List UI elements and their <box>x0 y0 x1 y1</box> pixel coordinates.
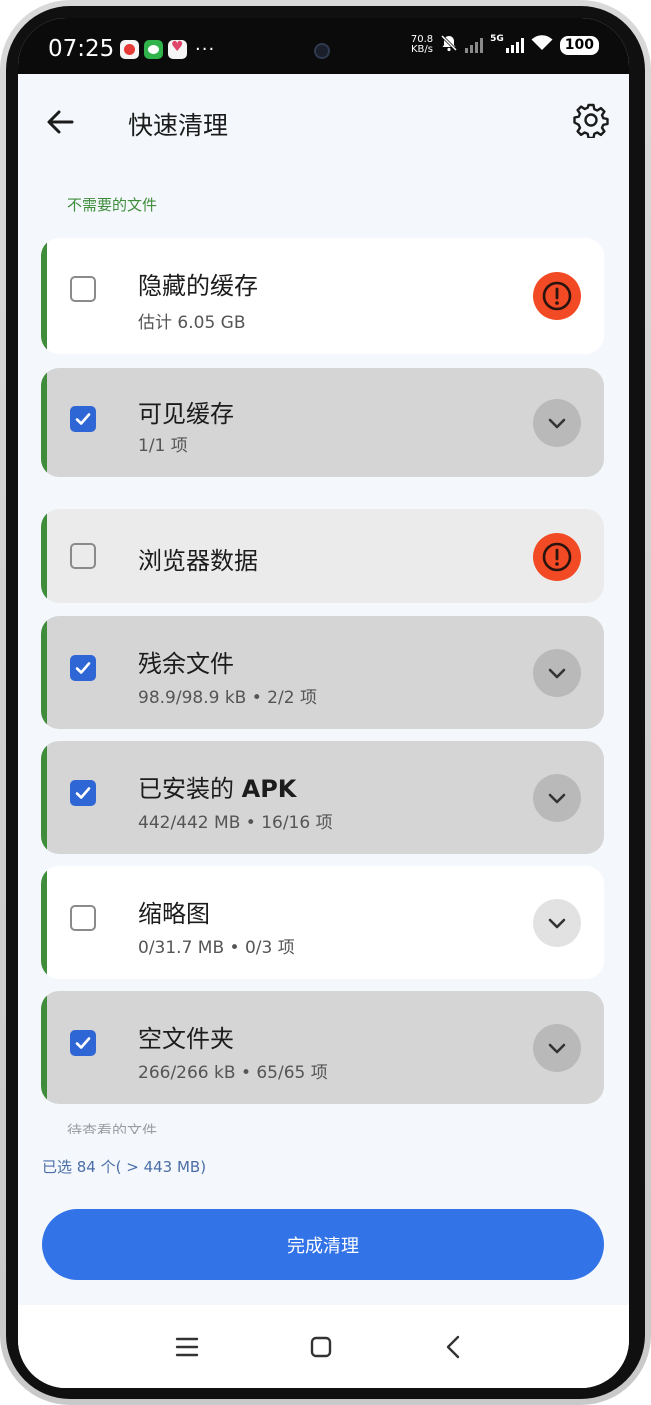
category-hidden-cache[interactable]: 隐藏的缓存 估计 6.05 GB <box>41 238 604 354</box>
finish-cleanup-button[interactable]: 完成清理 <box>42 1209 604 1280</box>
installed-apk-checkbox[interactable] <box>70 780 96 806</box>
app-bar: 快速清理 <box>18 80 629 160</box>
status-time: 07:25 <box>48 36 115 62</box>
thumbnails-expand-button[interactable] <box>533 899 581 947</box>
category-subtitle: 1/1 项 <box>138 436 188 456</box>
category-accent-bar <box>41 991 47 1104</box>
screen: 07:25 ··· 70.8 KB/s 5G 100 <box>18 18 629 1388</box>
thumbnails-checkbox[interactable] <box>70 905 96 931</box>
back-button[interactable] <box>42 104 78 140</box>
status-indicators: 70.8 KB/s 5G 100 <box>411 34 599 56</box>
category-title: 残余文件 <box>138 650 234 678</box>
residual-files-expand-button[interactable] <box>533 649 581 697</box>
hidden-cache-checkbox[interactable] <box>70 276 96 302</box>
visible-cache-expand-button[interactable] <box>533 399 581 447</box>
browser-data-checkbox[interactable] <box>70 543 96 569</box>
category-accent-bar <box>41 866 47 979</box>
notification-icons: ··· <box>120 39 215 60</box>
chevron-down-icon <box>548 1043 566 1054</box>
heart-app-icon <box>168 39 187 59</box>
network-speed-unit: KB/s <box>410 44 433 55</box>
hidden-cache-warning-button[interactable] <box>533 272 581 320</box>
category-title: 空文件夹 <box>138 1025 234 1053</box>
selection-summary: 已选 84 个( > 443 MB) <box>42 1158 207 1176</box>
check-icon <box>75 787 91 799</box>
browser-data-warning-button[interactable] <box>533 533 581 581</box>
category-residual-files[interactable]: 残余文件 98.9/98.9 kB • 2/2 项 <box>41 616 604 729</box>
visible-cache-checkbox[interactable] <box>70 406 96 432</box>
empty-folders-expand-button[interactable] <box>533 1024 581 1072</box>
section-title-unneeded-files: 不需要的文件 <box>67 196 158 214</box>
status-bar: 07:25 ··· 70.8 KB/s 5G 100 <box>18 18 629 74</box>
system-back-button[interactable] <box>434 1327 474 1367</box>
category-subtitle: 0/31.7 MB • 0/3 项 <box>138 938 295 958</box>
category-visible-cache[interactable]: 可见缓存 1/1 项 <box>41 368 604 477</box>
signal-sim2-icon <box>505 37 524 53</box>
app-notification-icon <box>120 40 139 59</box>
category-thumbnails[interactable]: 缩略图 0/31.7 MB • 0/3 项 <box>41 866 604 979</box>
front-camera <box>314 43 330 59</box>
settings-button[interactable] <box>573 102 609 140</box>
category-title: 已安装的 APK <box>138 769 296 804</box>
recent-apps-button[interactable] <box>167 1327 207 1367</box>
home-icon <box>310 1336 332 1358</box>
category-accent-bar <box>41 238 47 354</box>
wifi-icon <box>531 34 553 56</box>
installed-apk-expand-button[interactable] <box>533 774 581 822</box>
bell-off-icon <box>440 34 458 56</box>
menu-icon <box>175 1337 199 1357</box>
home-button[interactable] <box>301 1327 341 1367</box>
category-subtitle: 266/266 kB • 65/65 项 <box>138 1063 328 1083</box>
battery-level: 100 <box>559 35 599 55</box>
system-navigation-bar <box>18 1305 629 1388</box>
network-type: 5G <box>490 34 504 44</box>
category-subtitle: 442/442 MB • 16/16 项 <box>138 813 333 833</box>
check-icon <box>75 413 91 425</box>
category-browser-data[interactable]: 浏览器数据 <box>41 509 604 603</box>
category-title: 隐藏的缓存 <box>138 272 258 300</box>
network-speed: 70.8 KB/s <box>411 35 433 55</box>
category-accent-bar <box>41 509 47 603</box>
category-subtitle: 估计 6.05 GB <box>138 313 246 333</box>
check-icon <box>75 1037 91 1049</box>
chevron-down-icon <box>548 918 566 929</box>
category-empty-folders[interactable]: 空文件夹 266/266 kB • 65/65 项 <box>41 991 604 1104</box>
category-title: 浏览器数据 <box>138 547 258 575</box>
category-installed-apk[interactable]: 已安装的 APK 442/442 MB • 16/16 项 <box>41 741 604 854</box>
alert-circle-icon <box>542 281 572 311</box>
page-title: 快速清理 <box>128 111 229 140</box>
alert-circle-icon <box>542 542 572 572</box>
category-subtitle: 98.9/98.9 kB • 2/2 项 <box>138 688 317 708</box>
empty-folders-checkbox[interactable] <box>70 1030 96 1056</box>
check-icon <box>75 662 91 674</box>
category-title: 可见缓存 <box>138 400 234 428</box>
chevron-down-icon <box>548 418 566 429</box>
more-notifications-icon: ··· <box>195 39 216 60</box>
gear-icon <box>573 103 609 140</box>
residual-files-checkbox[interactable] <box>70 655 96 681</box>
back-chevron-icon <box>446 1335 460 1359</box>
signal-sim1-icon <box>465 37 484 53</box>
arrow-left-icon <box>47 110 74 134</box>
category-title: 缩略图 <box>138 900 210 928</box>
chevron-down-icon <box>548 668 566 679</box>
category-accent-bar <box>41 616 47 729</box>
chevron-down-icon <box>548 793 566 804</box>
category-accent-bar <box>41 741 47 854</box>
category-accent-bar <box>41 368 47 477</box>
section-title-files-to-review: 待查看的文件 <box>67 1122 158 1134</box>
wechat-icon <box>144 40 163 59</box>
category-title-prefix: 已安装的 <box>138 775 242 803</box>
category-title-bold: APK <box>241 775 297 803</box>
